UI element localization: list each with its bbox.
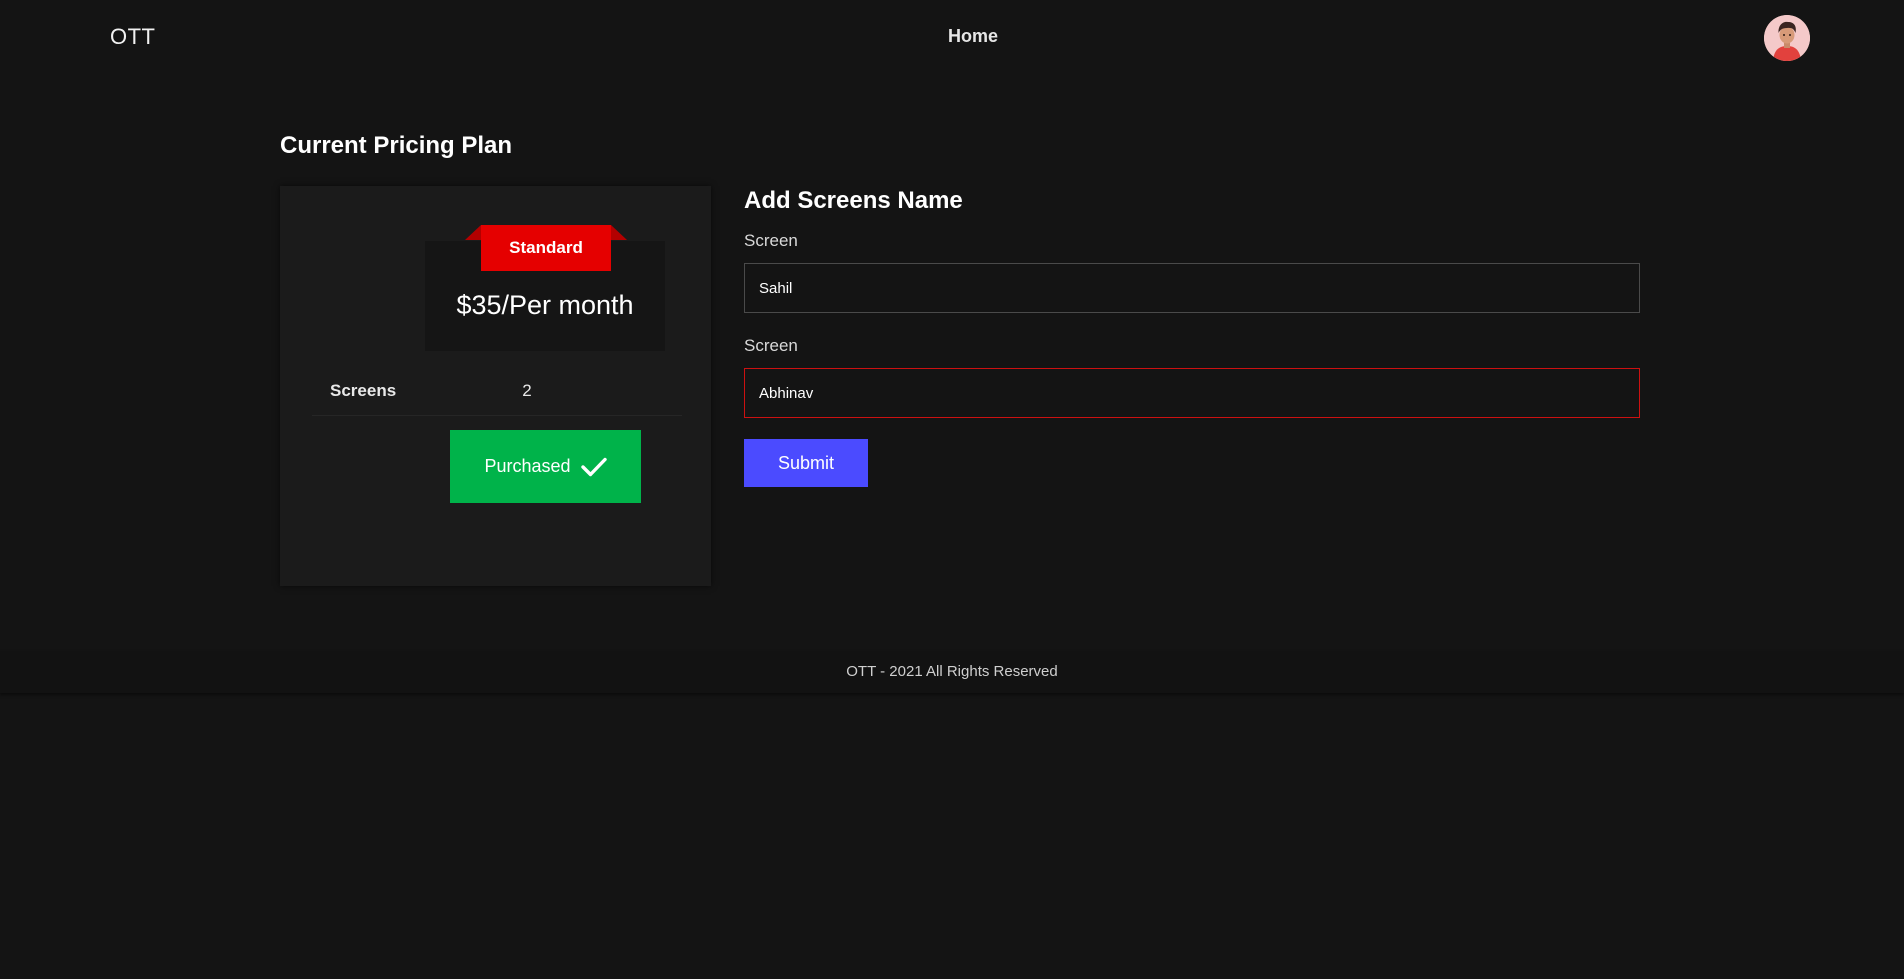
purchased-label: Purchased bbox=[484, 456, 571, 476]
check-icon bbox=[580, 457, 607, 476]
ribbon-left-fold bbox=[465, 225, 481, 240]
user-avatar[interactable] bbox=[1764, 15, 1810, 61]
screens-value: 2 bbox=[522, 381, 532, 400]
brand-logo[interactable]: OTT bbox=[110, 24, 156, 50]
pricing-plan-card: Standard $35/Per month Screens 2 Purchas… bbox=[280, 186, 711, 586]
avatar-icon bbox=[1764, 15, 1810, 61]
ribbon-right-fold bbox=[611, 225, 627, 240]
footer-copyright: OTT - 2021 All Rights Reserved bbox=[846, 663, 1058, 680]
current-plan-title: Current Pricing Plan bbox=[280, 132, 513, 159]
submit-button[interactable]: Submit bbox=[744, 439, 868, 487]
add-screens-title: Add Screens Name bbox=[744, 187, 963, 214]
plan-badge: Standard bbox=[465, 225, 627, 271]
screens-label: Screens bbox=[330, 381, 397, 400]
screen-2-label: Screen bbox=[744, 336, 798, 355]
page: OTT Home Current Pricing Plan Standard $… bbox=[0, 0, 1904, 979]
plan-price: $35/Per month bbox=[456, 290, 634, 320]
nav-home-link[interactable]: Home bbox=[948, 26, 998, 47]
screens-row: Screens 2 bbox=[312, 366, 682, 416]
purchased-button[interactable]: Purchased bbox=[450, 430, 641, 503]
plan-badge-label: Standard bbox=[481, 225, 611, 271]
screen-1-label: Screen bbox=[744, 231, 798, 250]
footer: OTT - 2021 All Rights Reserved bbox=[0, 651, 1904, 693]
navbar: OTT Home bbox=[0, 0, 1904, 75]
screen-2-input[interactable] bbox=[744, 368, 1640, 418]
screen-1-input[interactable] bbox=[744, 263, 1640, 313]
